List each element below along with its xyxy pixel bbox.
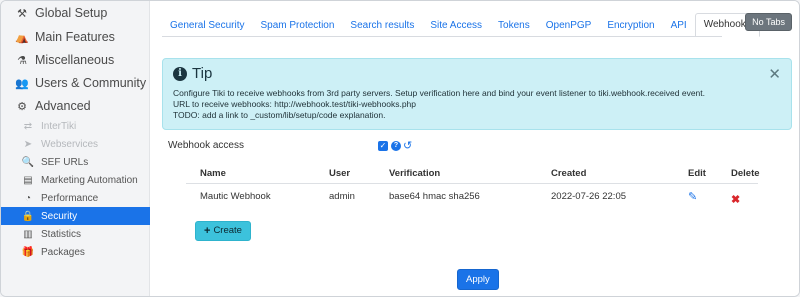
sidebar-item-label: SEF URLs <box>41 156 89 168</box>
sidebar-item-intertiki[interactable]: ⇄ InterTiki <box>1 117 150 135</box>
exchange-icon: ⇄ <box>23 120 33 132</box>
column-header-verification: Verification <box>389 167 441 179</box>
sidebar-item-label: InterTiki <box>41 120 77 132</box>
info-icon: i <box>173 66 187 81</box>
tip-title: Tip <box>192 65 213 82</box>
sidebar-item-label: Packages <box>41 246 85 258</box>
sidebar-item-packages[interactable]: 🎁 Packages <box>1 243 150 261</box>
sidebar-item-main-features[interactable]: ⛺ Main Features <box>1 25 150 49</box>
cursor-icon: ➤ <box>23 138 33 150</box>
security-tabs: General Security Spam Protection Search … <box>162 13 760 37</box>
tab-site-access[interactable]: Site Access <box>422 15 490 37</box>
tab-spam-protection[interactable]: Spam Protection <box>252 15 342 37</box>
help-icon[interactable]: ? <box>391 141 401 151</box>
sidebar-item-label: Statistics <box>41 228 82 240</box>
delete-icon: ✖ <box>731 193 741 206</box>
column-header-edit: Edit <box>688 167 706 179</box>
tachometer-icon: ◔ <box>24 192 32 204</box>
chart-icon: ▥ <box>23 228 33 240</box>
plus-icon: + <box>204 225 211 237</box>
webhooks-table: Name User Verification Created Edit Dele… <box>186 163 760 208</box>
table-row: Mautic Webhook admin base64 hmac sha256 … <box>186 184 758 208</box>
tab-encryption[interactable]: Encryption <box>599 15 662 37</box>
webhook-created: 2022-07-26 22:05 <box>551 190 627 202</box>
sidebar-item-performance[interactable]: ◔ Performance <box>1 189 150 207</box>
sidebar-item-marketing-automation[interactable]: ▤ Marketing Automation <box>1 171 150 189</box>
admin-sidebar: ⚒ Global Setup ⛺ Main Features ⚗ Miscell… <box>1 1 150 296</box>
sidebar-item-users-community[interactable]: 👥 Users & Community <box>1 71 150 95</box>
sidebar-item-label: Marketing Automation <box>41 174 138 186</box>
column-header-name: Name <box>200 167 226 179</box>
tabs-divider <box>162 36 722 37</box>
reset-icon[interactable]: ↺ <box>403 141 412 152</box>
tip-text-line: URL to receive webhooks: http://webhook.… <box>173 99 417 109</box>
webhook-verification: base64 hmac sha256 <box>389 190 480 202</box>
sidebar-item-label: Webservices <box>41 138 99 150</box>
apply-button[interactable]: Apply <box>457 269 499 290</box>
webhook-access-control: ✓ ? ↺ <box>378 141 412 152</box>
features-icon: ⛺ <box>15 31 29 44</box>
wrench-icon: ⚒ <box>17 7 27 20</box>
sidebar-item-miscellaneous[interactable]: ⚗ Miscellaneous <box>1 48 150 72</box>
tip-text-line: TODO: add a link to _custom/lib/setup/co… <box>173 110 386 120</box>
create-button-label: Create <box>213 225 242 236</box>
gift-icon: 🎁 <box>21 246 35 258</box>
close-icon[interactable]: ✕ <box>768 65 781 83</box>
table-header: Name User Verification Created Edit Dele… <box>186 163 760 184</box>
no-tabs-button[interactable]: No Tabs <box>745 13 792 31</box>
app-window: ⚒ Global Setup ⛺ Main Features ⚗ Miscell… <box>0 0 800 297</box>
sidebar-item-label: Miscellaneous <box>35 53 115 67</box>
webhook-access-label: Webhook access <box>168 140 244 151</box>
search-icon: 🔍 <box>21 156 35 168</box>
tab-tokens[interactable]: Tokens <box>490 15 538 37</box>
users-icon: 👥 <box>15 77 29 90</box>
sidebar-item-label: Performance <box>41 192 99 204</box>
column-header-created: Created <box>551 167 587 179</box>
sidebar-item-global-setup[interactable]: ⚒ Global Setup <box>1 1 150 25</box>
sidebar-item-advanced[interactable]: ⚙ Advanced <box>1 94 150 118</box>
delete-webhook-button[interactable]: ✖ <box>731 187 740 211</box>
column-header-delete: Delete <box>731 167 760 179</box>
sidebar-item-label: Security <box>41 210 78 222</box>
webhook-user: admin <box>329 190 355 202</box>
tab-general-security[interactable]: General Security <box>162 15 252 37</box>
sidebar-item-sef-urls[interactable]: 🔍 SEF URLs <box>1 153 150 171</box>
column-header-user: User <box>329 167 351 179</box>
clipboard-icon: ▤ <box>23 174 33 186</box>
edit-webhook-button[interactable]: ✎ <box>688 184 697 208</box>
sidebar-item-security[interactable]: 🔒 Security <box>1 207 150 225</box>
tip-heading: i Tip <box>173 65 781 82</box>
sidebar-item-label: Users & Community <box>35 76 147 90</box>
webhook-name: Mautic Webhook <box>200 190 271 202</box>
tab-api[interactable]: API <box>663 15 695 37</box>
tab-search-results[interactable]: Search results <box>342 15 422 37</box>
tip-alert: i Tip Configure Tiki to receive webhooks… <box>162 58 792 130</box>
sidebar-item-statistics[interactable]: ▥ Statistics <box>1 225 150 243</box>
tip-text-line: Configure Tiki to receive webhooks from … <box>173 88 705 98</box>
tab-openpgp[interactable]: OpenPGP <box>538 15 600 37</box>
sidebar-item-label: Global Setup <box>35 6 108 20</box>
sidebar-item-label: Advanced <box>35 99 91 113</box>
lock-icon: 🔒 <box>21 210 35 222</box>
gears-icon: ⚙ <box>17 100 27 113</box>
sidebar-item-webservices[interactable]: ➤ Webservices <box>1 135 150 153</box>
flask-icon: ⚗ <box>17 54 27 67</box>
create-webhook-button[interactable]: + Create <box>195 221 251 241</box>
main-panel: General Security Spam Protection Search … <box>150 1 799 296</box>
sidebar-item-label: Main Features <box>35 30 115 44</box>
pencil-icon: ✎ <box>688 190 698 203</box>
webhook-access-checkbox[interactable]: ✓ <box>378 141 388 151</box>
